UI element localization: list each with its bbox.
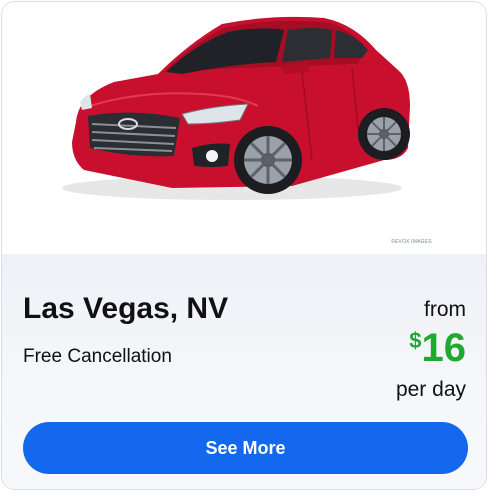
location-title: Las Vegas, NV (23, 292, 229, 325)
listing-info: Las Vegas, NV Free Cancellation from $16… (2, 254, 486, 489)
currency-symbol: $ (409, 328, 422, 353)
image-credit: ©EVOX IMAGES (391, 239, 432, 245)
car-rental-card[interactable]: ©EVOX IMAGES Las Vegas, NV Free Cancella… (1, 1, 487, 490)
price-prefix: from (424, 298, 466, 321)
price-display: $16 (409, 326, 466, 371)
cancellation-policy: Free Cancellation (23, 346, 172, 367)
price-amount: 16 (421, 326, 467, 370)
car-image: ©EVOX IMAGES (2, 2, 486, 254)
price-suffix: per day (395, 378, 466, 401)
red-sedan-illustration (62, 16, 410, 200)
see-more-button[interactable]: See More (23, 422, 468, 474)
